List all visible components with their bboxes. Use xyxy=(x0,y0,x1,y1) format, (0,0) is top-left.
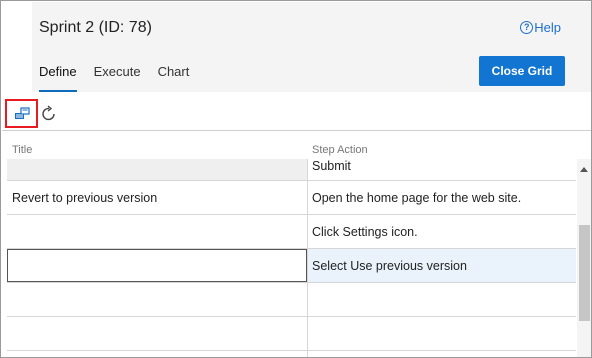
table-row[interactable]: Submit xyxy=(7,159,576,181)
grid-header: Title Step Action xyxy=(2,142,576,159)
column-header-step-action[interactable]: Step Action xyxy=(312,144,368,156)
title-cell-editing[interactable] xyxy=(7,249,307,282)
table-row[interactable] xyxy=(7,317,576,351)
step-action-cell[interactable]: Click Settings icon. xyxy=(308,215,576,248)
title-cell[interactable] xyxy=(7,215,307,248)
tab-define[interactable]: Define xyxy=(39,64,77,92)
tab-chart[interactable]: Chart xyxy=(158,64,190,92)
table-row-selected[interactable]: Select Use previous version xyxy=(7,249,576,283)
title-cell[interactable]: Revert to previous version xyxy=(7,181,307,214)
vertical-scrollbar[interactable] xyxy=(577,159,591,357)
test-steps-grid: Submit Revert to previous version Open t… xyxy=(7,159,576,357)
column-header-title[interactable]: Title xyxy=(12,144,32,156)
grid-toolbar xyxy=(2,97,591,131)
tab-bar: Define Execute Chart xyxy=(39,64,206,92)
tab-execute[interactable]: Execute xyxy=(94,64,141,92)
step-action-cell[interactable]: Open the home page for the web site. xyxy=(308,181,576,214)
table-row[interactable] xyxy=(7,283,576,317)
help-label: Help xyxy=(534,20,561,35)
step-action-cell[interactable] xyxy=(308,283,576,316)
column-divider xyxy=(307,159,308,357)
scrollbar-thumb[interactable] xyxy=(579,225,590,321)
table-row[interactable]: Click Settings icon. xyxy=(7,215,576,249)
close-grid-button[interactable]: Close Grid xyxy=(479,56,565,86)
test-grid-dialog: Sprint 2 (ID: 78) ? Help Define Execute … xyxy=(0,0,592,358)
step-action-cell[interactable]: Select Use previous version xyxy=(308,249,576,282)
title-cell[interactable] xyxy=(7,159,307,180)
step-action-cell[interactable] xyxy=(308,317,576,350)
title-cell[interactable] xyxy=(7,317,307,350)
help-link[interactable]: ? Help xyxy=(520,20,561,35)
scroll-up-arrow-icon[interactable] xyxy=(580,167,588,172)
title-cell[interactable] xyxy=(7,283,307,316)
open-in-client-icon xyxy=(14,106,30,119)
page-title: Sprint 2 (ID: 78) xyxy=(39,19,152,36)
dialog-header: Sprint 2 (ID: 78) ? Help Define Execute … xyxy=(2,2,591,92)
open-in-client-button[interactable] xyxy=(5,99,38,128)
step-action-cell[interactable]: Submit xyxy=(308,159,576,180)
refresh-icon[interactable] xyxy=(40,105,58,123)
table-row[interactable]: Revert to previous version Open the home… xyxy=(7,181,576,215)
help-icon: ? xyxy=(520,21,534,34)
